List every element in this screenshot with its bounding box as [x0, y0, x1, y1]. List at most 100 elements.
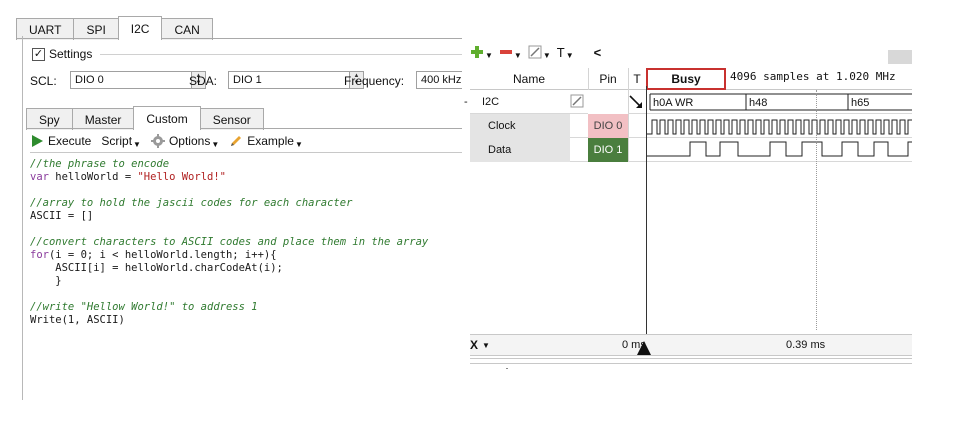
code-line[interactable]: //array to hold the jascii codes for eac…: [30, 197, 462, 210]
scl-select[interactable]: DIO 0 ▲ ▼: [70, 71, 206, 89]
cursor-marker-icon[interactable]: [637, 341, 651, 355]
execute-label: Execute: [48, 134, 92, 148]
col-t[interactable]: T: [628, 68, 646, 90]
code-line[interactable]: //write "Hellow World!" to address 1: [30, 301, 462, 314]
code-line[interactable]: ASCII = []: [30, 210, 462, 223]
play-icon: [32, 135, 43, 147]
execute-button[interactable]: Execute: [30, 134, 91, 148]
tab-can[interactable]: CAN: [161, 18, 213, 40]
tab-sensor[interactable]: Sensor: [199, 108, 264, 130]
group-line: [100, 54, 462, 55]
code-token: }: [30, 275, 62, 287]
scl-value: DIO 0: [75, 74, 104, 86]
waveform-view[interactable]: h0A WR h48 h65: [646, 90, 912, 162]
tab-master[interactable]: Master: [71, 108, 135, 130]
sda-value: DIO 1: [233, 74, 262, 86]
edit-icon: [528, 45, 542, 59]
pin-cell: [588, 90, 628, 114]
trigger-label: T: [556, 44, 565, 60]
clock-waveform: [646, 119, 912, 135]
code-token: //convert characters to ASCII codes and …: [30, 236, 429, 248]
code-token: helloWorld =: [48, 171, 138, 183]
col-name[interactable]: Name: [470, 68, 588, 90]
edit-channel-button[interactable]: ▼: [528, 45, 551, 60]
code-line[interactable]: [30, 184, 462, 197]
status-badge: Busy: [646, 68, 726, 90]
toolbar-scroll[interactable]: [888, 50, 912, 64]
code-line[interactable]: }: [30, 275, 462, 288]
time-ruler: X ▼ 0 ms 0.39 ms: [470, 334, 912, 356]
options-menu-button[interactable]: Options ▼: [150, 134, 219, 149]
plus-icon: [471, 46, 483, 58]
tab-i2c[interactable]: I2C: [117, 16, 163, 40]
code-token: ASCII[i] = helloWorld.charCodeAt(i);: [30, 262, 283, 274]
x-label: X: [470, 338, 479, 352]
code-line[interactable]: var helloWorld = "Hello World!": [30, 171, 462, 184]
script-editor[interactable]: //the phrase to encode var helloWorld = "…: [30, 152, 462, 400]
i2c-decoded-label: h0A WR: [653, 97, 693, 109]
tab-spy[interactable]: Spy: [26, 108, 73, 130]
sda-label: SDA:: [189, 74, 218, 88]
pin-clock[interactable]: DIO 0: [588, 114, 628, 138]
example-menu-button[interactable]: Example ▼: [229, 134, 303, 149]
x-axis-menu[interactable]: X ▼: [470, 337, 492, 353]
status-dot: [506, 368, 508, 369]
time-cursor[interactable]: [646, 86, 647, 354]
time-label-mid: 0.39 ms: [786, 339, 826, 351]
example-label: Example: [247, 134, 294, 148]
code-token: ASCII = []: [30, 210, 94, 222]
dropdown-icon: ▼: [294, 139, 303, 149]
remove-channel-button[interactable]: ▼: [499, 45, 522, 60]
tab-uart[interactable]: UART: [16, 18, 75, 40]
tab-spi[interactable]: SPI: [73, 18, 119, 40]
expander-toggle[interactable]: -: [464, 96, 468, 108]
pencil-icon: [231, 136, 242, 146]
dropdown-icon: ▼: [485, 50, 493, 60]
i2c-decoded-label: h48: [749, 97, 767, 109]
dropdown-icon: ▼: [542, 50, 551, 60]
data-waveform: [646, 141, 912, 157]
code-line[interactable]: [30, 288, 462, 301]
channel-name: Data: [470, 138, 570, 162]
settings-group: ✓ Settings SCL: DIO 0 ▲ ▼ SDA: DIO 1 ▲ ▼ F…: [24, 44, 462, 100]
script-menu-button[interactable]: Script ▼: [101, 134, 141, 149]
gear-icon: [150, 134, 165, 148]
subtab-divider: [26, 128, 462, 129]
trigger-button[interactable]: T ▼: [557, 45, 574, 60]
channel-name: Clock: [470, 114, 570, 138]
minus-icon: [499, 50, 512, 54]
frequency-value: 400 kHz: [421, 74, 462, 86]
code-token: //array to hold the jascii codes for eac…: [30, 197, 353, 209]
add-channel-button[interactable]: ▼: [470, 45, 493, 60]
row-name: - I2C: [464, 90, 570, 114]
code-line[interactable]: Write(1, ASCII): [30, 314, 462, 327]
code-line[interactable]: [30, 223, 462, 236]
logic-analyzer-panel: ▼ ▼ ▼ T ▼ < Name Pin T Busy 4096 samples …: [464, 38, 912, 372]
col-pin[interactable]: Pin: [588, 68, 628, 90]
code-token: for: [30, 249, 49, 261]
dropdown-icon: ▼: [133, 139, 141, 149]
code-line[interactable]: //convert characters to ASCII codes and …: [30, 236, 462, 249]
frequency-label: Frequency:: [344, 74, 405, 88]
i2c-protocol-panel: UART SPI I2C CAN ✓ Settings SCL: DIO 0 ▲…: [0, 0, 462, 432]
code-line[interactable]: //the phrase to encode: [30, 158, 462, 171]
code-line[interactable]: for(i = 0; i < helloWorld.length; i++){: [30, 249, 462, 262]
mode-tabs: Spy Master Custom Sensor: [26, 106, 264, 130]
channel-name: I2C: [482, 96, 500, 108]
frequency-field[interactable]: 400 kHz: [416, 71, 462, 89]
dropdown-icon: ▼: [482, 340, 490, 350]
edit-icon[interactable]: [570, 94, 584, 108]
settings-checkbox[interactable]: ✓: [32, 48, 45, 61]
protocol-tabs: UART SPI I2C CAN: [16, 16, 213, 40]
code-line[interactable]: ASCII[i] = helloWorld.charCodeAt(i);: [30, 262, 462, 275]
tab-divider: [16, 38, 462, 39]
time-gridline: [816, 90, 817, 330]
i2c-decoded-label: h65: [851, 97, 869, 109]
collapse-button[interactable]: <: [594, 45, 602, 60]
sample-info: 4096 samples at 1.020 MHz: [730, 70, 896, 83]
dropdown-icon: ▼: [565, 50, 574, 60]
scrollbar-track[interactable]: [470, 358, 912, 364]
settings-title: Settings: [49, 47, 93, 61]
pin-data[interactable]: DIO 1: [588, 138, 628, 162]
tab-custom[interactable]: Custom: [133, 106, 201, 130]
